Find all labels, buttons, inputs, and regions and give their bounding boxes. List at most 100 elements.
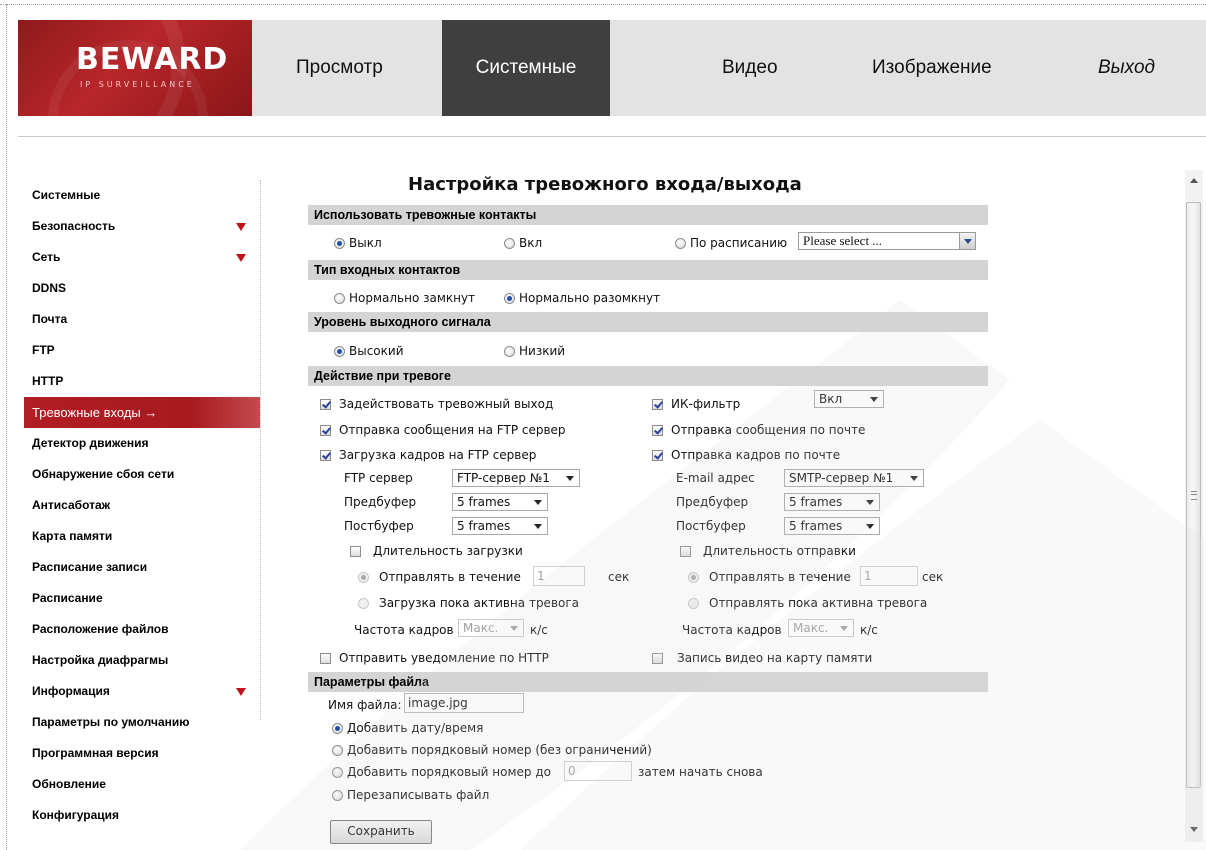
frame-border-top — [0, 4, 1206, 5]
send-duration-input[interactable]: 1 — [860, 566, 918, 586]
chevron-down-icon — [510, 626, 518, 631]
check-record-card[interactable]: Запись видео на карту памяти — [652, 651, 872, 665]
select-value: 5 frames — [457, 519, 511, 533]
sidebar-item-label: Программная версия — [32, 746, 159, 760]
radio-upload-during[interactable]: Отправлять в течение — [358, 570, 521, 584]
radio-send-during[interactable]: Отправлять в течение — [688, 570, 851, 584]
sidebar-item-firmware[interactable]: Программная версия — [24, 738, 260, 769]
file-name-input[interactable]: image.jpg — [404, 693, 524, 713]
radio-overwrite[interactable]: Перезаписывать файл — [332, 788, 489, 802]
nav-image[interactable]: Изображение — [872, 20, 992, 116]
check-ftp-message[interactable]: Отправка сообщения на FTP сервер — [320, 423, 566, 437]
select-value: 5 frames — [789, 519, 843, 533]
schedule-select[interactable]: Please select ... — [798, 232, 976, 250]
schedule-select-value: Please select ... — [803, 233, 883, 248]
sidebar-item-configuration[interactable]: Конфигурация — [24, 800, 260, 831]
checkbox-icon — [680, 546, 691, 557]
check-alarm-output[interactable]: Задействовать тревожный выход — [320, 397, 553, 411]
ftp-prebuffer-select[interactable]: 5 frames — [452, 493, 548, 511]
radio-label: По расписанию — [690, 236, 788, 250]
radio-icon — [688, 572, 699, 583]
check-upload-duration[interactable]: Длительность загрузки — [350, 544, 523, 558]
radio-icon — [358, 572, 369, 583]
section-alarm-action: Действие при тревоге — [308, 366, 988, 386]
seq-max-input[interactable]: 0 — [564, 761, 632, 781]
sidebar-item-security[interactable]: Безопасность — [24, 211, 260, 242]
sidebar-item-ddns[interactable]: DDNS — [24, 273, 260, 304]
checkbox-label: Запись видео на карту памяти — [677, 651, 873, 665]
sidebar-divider — [260, 180, 261, 720]
sidebar-item-tamper[interactable]: Антисаботаж — [24, 490, 260, 521]
mail-prebuffer-select[interactable]: 5 frames — [784, 493, 880, 511]
nav-logout[interactable]: Выход — [1098, 20, 1155, 116]
sidebar-item-network-failure[interactable]: Обнаружение сбоя сети — [24, 459, 260, 490]
radio-add-seq-unlimited[interactable]: Добавить порядковый номер (без ограничен… — [332, 743, 652, 757]
sidebar-item-memory-card[interactable]: Карта памяти — [24, 521, 260, 552]
nav-system[interactable]: Системные — [442, 20, 610, 116]
radio-contacts-on[interactable]: Вкл — [504, 236, 542, 250]
sidebar-item-motion-detection[interactable]: Детектор движения — [24, 428, 260, 459]
check-mail-upload[interactable]: Отправка кадров по почте — [652, 448, 840, 462]
radio-level-low[interactable]: Низкий — [504, 344, 565, 358]
sidebar-item-record-schedule[interactable]: Расписание записи — [24, 552, 260, 583]
select-value: Макс. — [463, 621, 499, 635]
sidebar-item-http[interactable]: HTTP — [24, 366, 260, 397]
radio-label: Добавить порядковый номер до — [347, 765, 551, 779]
expand-arrow-icon — [236, 688, 246, 696]
radio-contacts-off[interactable]: Выкл — [334, 236, 382, 250]
radio-contacts-schedule[interactable]: По расписанию — [675, 236, 787, 250]
ftp-server-select[interactable]: FTP-сервер №1 — [452, 469, 580, 487]
radio-normally-closed[interactable]: Нормально замкнут — [334, 291, 475, 305]
ftp-postbuffer-select[interactable]: 5 frames — [452, 517, 548, 535]
checkbox-icon — [320, 425, 331, 436]
sidebar-item-label: Обновление — [32, 777, 106, 791]
check-ftp-upload[interactable]: Загрузка кадров на FTP сервер — [320, 448, 536, 462]
ftp-frame-rate-select[interactable]: Макс. — [458, 619, 524, 637]
ir-filter-select[interactable]: Вкл — [814, 390, 884, 408]
radio-send-while-active[interactable]: Отправлять пока активна тревога — [688, 596, 927, 610]
sidebar-item-defaults[interactable]: Параметры по умолчанию — [24, 707, 260, 738]
sidebar-item-info[interactable]: Информация — [24, 676, 260, 707]
check-send-duration[interactable]: Длительность отправки — [680, 544, 856, 558]
sidebar-item-iris[interactable]: Настройка диафрагмы — [24, 645, 260, 676]
sidebar-item-mail[interactable]: Почта — [24, 304, 260, 335]
header: BEWARD IP SURVEILLANCE Просмотр Системны… — [18, 20, 1206, 116]
check-ir-filter[interactable]: ИК-фильтр — [652, 397, 740, 411]
sidebar-item-network[interactable]: Сеть — [24, 242, 260, 273]
radio-label: Перезаписывать файл — [347, 788, 490, 802]
sidebar-item-label: Параметры по умолчанию — [32, 715, 190, 729]
save-button[interactable]: Сохранить — [330, 820, 432, 844]
sidebar-item-file-location[interactable]: Расположение файлов — [24, 614, 260, 645]
scroll-up-icon[interactable] — [1190, 178, 1198, 183]
send-sec-unit: сек — [922, 570, 944, 584]
scroll-down-icon[interactable] — [1190, 827, 1198, 832]
upload-duration-input[interactable]: 1 — [533, 566, 585, 586]
scrollbar-thumb[interactable] — [1186, 202, 1201, 788]
brand-logo: BEWARD IP SURVEILLANCE — [18, 20, 252, 116]
sidebar-item-label: Расписание — [32, 591, 103, 605]
radio-add-datetime[interactable]: Добавить дату/время — [332, 721, 483, 735]
radio-normally-open[interactable]: Нормально разомкнут — [504, 291, 660, 305]
sidebar-item-system[interactable]: Системные — [24, 180, 260, 211]
check-http-notify[interactable]: Отправить уведомление по HTTP — [320, 651, 549, 665]
nav-video[interactable]: Видео — [722, 20, 778, 116]
sidebar-item-label: Обнаружение сбоя сети — [32, 467, 175, 481]
radio-label: Вкл — [519, 236, 543, 250]
select-value: Вкл — [819, 392, 843, 406]
sidebar-item-ftp[interactable]: FTP — [24, 335, 260, 366]
email-select[interactable]: SMTP-сервер №1 — [784, 469, 924, 487]
sidebar-item-alarm-inputs[interactable]: Тревожные входы → — [24, 397, 260, 428]
check-mail-message[interactable]: Отправка сообщения по почте — [652, 423, 865, 437]
radio-level-high[interactable]: Высокий — [334, 344, 404, 358]
mail-postbuffer-select[interactable]: 5 frames — [784, 517, 880, 535]
mail-frame-rate-select[interactable]: Макс. — [788, 619, 854, 637]
radio-add-seq-to[interactable]: Добавить порядковый номер до — [332, 765, 551, 779]
nav-view[interactable]: Просмотр — [296, 20, 383, 116]
ftp-frame-rate-label: Частота кадров — [354, 623, 454, 637]
chevron-down-icon — [566, 476, 574, 481]
checkbox-label: Отправка сообщения на FTP сервер — [339, 423, 566, 437]
sidebar-item-schedule[interactable]: Расписание — [24, 583, 260, 614]
sidebar-item-update[interactable]: Обновление — [24, 769, 260, 800]
radio-upload-while-active[interactable]: Загрузка пока активна тревога — [358, 596, 579, 610]
vertical-scrollbar[interactable] — [1185, 170, 1203, 842]
